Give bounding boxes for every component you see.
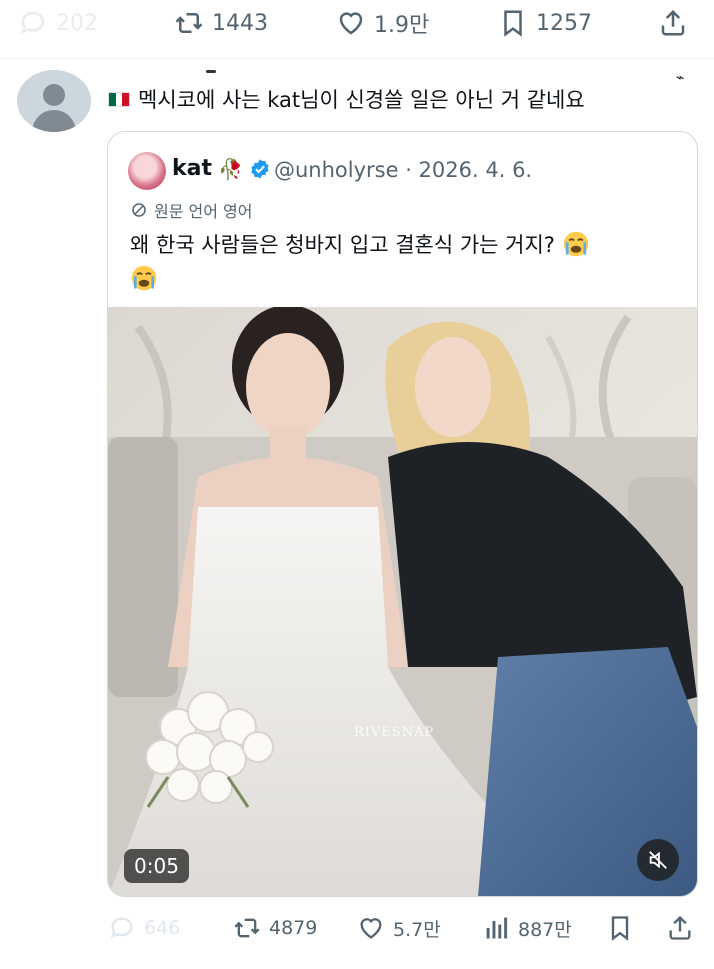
reply-text-line: 멕시코에 사는 kat님이 신경쓸 일은 아닌 거 같네요	[108, 84, 585, 114]
reply-count: 646	[144, 917, 181, 939]
views-bar-chart-icon	[486, 917, 508, 939]
rose-icon: 🥀	[218, 156, 243, 181]
like-button[interactable]: 1.9만	[336, 6, 429, 40]
views-button[interactable]: 887만	[482, 910, 572, 946]
retweet-button[interactable]: 1443	[174, 6, 268, 40]
retweet-count: 1443	[212, 10, 268, 36]
reply-text: 멕시코에 사는 kat님이 신경쓸 일은 아닌 거 같네요	[138, 88, 585, 112]
video-timestamp: 0:05	[124, 849, 189, 883]
mexico-flag-icon	[108, 91, 130, 107]
retweet-count: 4879	[269, 917, 318, 939]
avatar[interactable]	[17, 70, 91, 132]
retweet-icon	[234, 918, 260, 938]
reply-icon	[110, 917, 133, 939]
muted-speaker-icon	[649, 851, 667, 869]
reply-button[interactable]: 202	[18, 6, 98, 40]
top-action-bar: 202 1443 1.9만 1257	[0, 0, 714, 46]
translation-note-text: 원문 언어 영어	[154, 202, 253, 221]
like-count: 1.9만	[374, 13, 430, 38]
quote-text: 왜 한국 사람들은 청바지 입고 결혼식 가는 거지?	[130, 228, 680, 296]
quote-author-name: kat	[172, 156, 212, 181]
bottom-action-bar: 646 4879 5.7만 887만	[0, 906, 714, 952]
divider	[0, 58, 714, 59]
mute-button[interactable]	[637, 839, 679, 881]
quote-text-body: 왜 한국 사람들은 청바지 입고 결혼식 가는 거지?	[130, 233, 555, 257]
cropped-mark	[206, 70, 216, 73]
loudly-crying-face-icon	[131, 265, 157, 291]
quote-avatar[interactable]	[128, 152, 166, 190]
bookmark-button[interactable]	[606, 910, 634, 946]
quote-handle-date: @unholyrse · 2026. 4. 6.	[274, 158, 533, 182]
quote-tweet-card[interactable]: kat 🥀 @unholyrse · 2026. 4. 6. 원문 언어 영어 …	[107, 131, 698, 897]
reply-icon	[20, 11, 45, 34]
share-button[interactable]	[666, 910, 694, 946]
cropped-glyph: ⌁	[676, 70, 685, 86]
views-count: 887만	[518, 918, 572, 941]
verified-badge-icon	[251, 158, 269, 179]
reply-count: 202	[56, 10, 98, 36]
bookmark-icon	[504, 10, 522, 37]
bookmark-button[interactable]: 1257	[498, 6, 592, 40]
loudly-crying-face-icon	[563, 231, 588, 257]
share-button[interactable]	[658, 6, 688, 40]
bookmark-count: 1257	[536, 10, 592, 36]
retweet-button[interactable]: 4879	[233, 910, 317, 946]
heart-icon	[360, 918, 382, 939]
quote-author[interactable]: kat 🥀	[172, 156, 271, 181]
like-count: 5.7만	[393, 918, 441, 941]
reply-button[interactable]: 646	[108, 910, 180, 946]
share-icon	[661, 9, 685, 36]
retweet-icon	[175, 13, 203, 33]
bookmark-icon	[611, 916, 629, 941]
translate-icon	[132, 203, 146, 217]
heart-icon	[339, 12, 363, 35]
share-icon	[669, 915, 691, 940]
translation-note: 원문 언어 영어	[130, 198, 253, 222]
video-watermark: RIVESNAP	[354, 725, 435, 740]
like-button[interactable]: 5.7만	[357, 910, 441, 946]
video-player[interactable]: RIVESNAP 0:05	[108, 307, 697, 896]
video-frame	[108, 307, 697, 896]
